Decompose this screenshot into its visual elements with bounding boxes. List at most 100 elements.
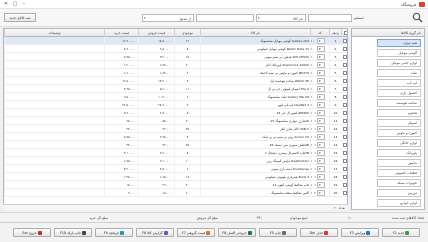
row-checkbox[interactable]: [343, 183, 347, 187]
action-button[interactable]: F5 چاپ: [259, 228, 297, 237]
row-checkbox[interactable]: [343, 135, 347, 139]
row-checkbox[interactable]: [343, 47, 347, 51]
row-stepper[interactable]: ▾: [317, 86, 325, 92]
table-row[interactable]: 3 ▾۱۰۰۳هدفون بی سیم سونی WH-CH520۱۵۳,۲۰۰,…: [4, 53, 347, 61]
row-stepper[interactable]: ▾: [317, 174, 325, 180]
table-row[interactable]: 4 ▾۱۰۰۴پاوربانک انکر PowerCore 10000۲۰۱,۴…: [4, 61, 347, 69]
row-stepper[interactable]: ▾: [317, 54, 325, 60]
table-row[interactable]: 6 ▾۱۰۰۶ساعت هوشمند اپل Watch SE۴۱۴,۲۰۰,۰۰…: [4, 77, 347, 85]
row-stepper[interactable]: ▾: [317, 166, 325, 172]
action-button[interactable]: Esc خروج: [13, 228, 51, 237]
row-stepper[interactable]: ▾: [317, 126, 325, 132]
category-item[interactable]: لوازم خانگی: [377, 139, 421, 147]
category-item[interactable]: اسپیکر: [377, 119, 421, 127]
table-row[interactable]: 2▾۱۰۰۲گوشی موبایل شیائومی Redmi Note 12۸…: [4, 45, 347, 53]
filter-field-select[interactable]: نام کالا ▾: [256, 14, 306, 22]
action-button[interactable]: F10 چاپ بارکد: [54, 228, 92, 237]
row-checkbox[interactable]: [343, 95, 347, 99]
category-item[interactable]: تبلت: [377, 69, 421, 77]
category-item[interactable]: تجهیزات شبکه: [377, 179, 421, 187]
action-button[interactable]: Del حذف: [300, 228, 338, 237]
register-new-button[interactable]: ثبت کالای جدید: [4, 13, 36, 22]
row-stepper[interactable]: ▾: [317, 182, 325, 188]
category-item[interactable]: کیبورد و ماوس: [377, 129, 421, 137]
row-checkbox[interactable]: [343, 159, 347, 163]
row-stepper[interactable]: ▾: [317, 142, 325, 148]
row-checkbox[interactable]: [343, 119, 347, 123]
category-item[interactable]: کنسول بازی: [377, 89, 421, 97]
table-row[interactable]: 13 ▾۱۰۱۳روتر بی سیم تی پی لینک Archer C6۷…: [4, 133, 347, 141]
table-row[interactable]: 5 ▾۱۰۰۵کیبورد و ماوس بی سیم لاجیتک MK270۹…: [4, 69, 347, 77]
products-grid[interactable]: ردیف کد نام کالا موجودی قیمت فروش قیمت خ…: [3, 28, 348, 210]
table-row[interactable]: 1 ▾۱۰۰۱گوشی موبایل سامسونگ Galaxy A54۱۲۱۸…: [4, 37, 347, 45]
table-row[interactable]: 9 ▾۱۰۰۹لپ تاپ لنوو IdeaPad 3۳۲۸,۹۰۰,۰۰۰۲۶…: [4, 101, 347, 109]
table-row[interactable]: 8 ▾۱۰۰۸تبلت سامسونگ Galaxy Tab A8۶۱۰,۴۰۰,…: [4, 93, 347, 101]
action-button[interactable]: F3 ویرایش: [341, 228, 379, 237]
table-row[interactable]: 7 ▾۱۰۰۷اسپیکر بلوتوثی جی بی ال Flip 6۱۱۵,…: [4, 85, 347, 93]
row-checkbox[interactable]: [343, 55, 347, 59]
table-row[interactable]: 15▾۱۰۱۵هارد اکسترنال وسترن دیجیتال 1TB۸۳…: [4, 149, 347, 157]
category-item[interactable]: ساعت هوشمند: [377, 99, 421, 107]
column-header-stock[interactable]: موجودی: [174, 29, 200, 37]
column-header-name[interactable]: نام کالا: [200, 29, 310, 37]
category-item[interactable]: لپ تاپ: [377, 79, 421, 87]
action-button[interactable]: F8 گزارش کالا: [136, 228, 174, 237]
table-row[interactable]: 17 ▾۱۰۱۷دسته بازی سونی DualSense۶۴,۸۰۰,۰۰…: [4, 165, 347, 173]
row-checkbox[interactable]: [343, 191, 347, 195]
column-header-code[interactable]: کد: [310, 29, 329, 37]
category-item[interactable]: قطعات کامپیوتر: [377, 169, 421, 177]
category-item[interactable]: پاوربانک: [377, 149, 421, 157]
row-stepper[interactable]: ▾: [317, 150, 325, 156]
row-checkbox[interactable]: [343, 63, 347, 67]
table-row[interactable]: 20 ▾۱۰۲۰گلس محافظ صفحه سامسونگ۶۰۱۵۰,۰۰۰۹۰…: [4, 189, 347, 197]
category-item[interactable]: همه موارد: [377, 39, 421, 47]
row-checkbox[interactable]: [343, 71, 347, 75]
close-icon[interactable]: ✕: [2, 1, 10, 8]
column-header-price[interactable]: قیمت فروش: [138, 29, 174, 37]
row-stepper[interactable]: ▾: [317, 46, 325, 52]
category-item[interactable]: لوازم جانبی موبایل: [377, 59, 421, 67]
row-stepper[interactable]: ▾: [317, 110, 325, 116]
category-item[interactable]: هدفون: [377, 109, 421, 117]
table-row[interactable]: 19 ▾۱۰۱۹قاب محافظ گوشی آیفون 14۴۰۲۹۰,۰۰۰۱…: [4, 181, 347, 189]
search-icon[interactable]: [412, 12, 423, 23]
row-stepper[interactable]: ▾: [317, 94, 325, 100]
barcode-field[interactable]: [196, 14, 254, 22]
row-checkbox[interactable]: [343, 175, 347, 179]
action-button[interactable]: F7 قیمت گروهی: [177, 228, 215, 237]
row-checkbox[interactable]: [343, 79, 347, 83]
category-item[interactable]: مانیتور: [377, 159, 421, 167]
row-stepper[interactable]: ▾: [317, 78, 325, 84]
category-item[interactable]: دوربین: [377, 189, 421, 197]
row-checkbox[interactable]: [343, 39, 347, 43]
table-row[interactable]: 12 ▾۱۰۱۲کابل شارژ انکر USB-C۴۵۳۲۰,۰۰۰۲۴۰,…: [4, 125, 347, 133]
column-header-note[interactable]: توضیحات: [4, 29, 104, 37]
row-checkbox[interactable]: [343, 167, 347, 171]
table-row[interactable]: 11 ▾۱۰۱۱شارژر دیواری سامسونگ 25W۳۰۸۵۰,۰۰۰…: [4, 117, 347, 125]
action-button[interactable]: F2 جدید: [382, 228, 420, 237]
column-header-select[interactable]: [341, 29, 347, 37]
row-stepper[interactable]: ▾: [317, 190, 325, 196]
row-stepper[interactable]: ▾: [317, 70, 325, 76]
row-checkbox[interactable]: [343, 111, 347, 115]
row-stepper[interactable]: ▾: [317, 62, 325, 68]
row-checkbox[interactable]: [343, 103, 347, 107]
row-stepper[interactable]: ▾: [317, 102, 325, 108]
row-stepper[interactable]: ▾: [317, 158, 325, 164]
filter-mode-select[interactable]: از محتوا ▾: [142, 14, 194, 22]
column-header-cost[interactable]: قیمت خرید: [104, 29, 138, 37]
table-row[interactable]: 14 ▾۱۰۱۴فلش مموری سن دیسک 64GB۲۵۴۲۰,۰۰۰۳۴…: [4, 141, 347, 149]
category-item[interactable]: لوازم خودرو: [377, 199, 421, 207]
action-button[interactable]: F9 تاریخچه: [95, 228, 133, 237]
row-stepper[interactable]: ▾: [317, 38, 325, 44]
row-checkbox[interactable]: [343, 151, 347, 155]
maximize-icon[interactable]: □: [11, 1, 19, 8]
row-stepper[interactable]: ▾: [317, 118, 325, 124]
table-row[interactable]: 16 ▾۱۰۱۶ماوس گیمینگ ریزر DeathAdder۱۰۲,۱۰…: [4, 157, 347, 165]
row-stepper[interactable]: ▾: [317, 134, 325, 140]
row-checkbox[interactable]: [343, 87, 347, 91]
category-item[interactable]: گوشی موبایل: [377, 49, 421, 57]
table-row[interactable]: 10 ▾۱۰۱۰مانیتور ال جی 24MP400۵۶,۷۰۰,۰۰۰۵,…: [4, 109, 347, 117]
row-checkbox[interactable]: [343, 143, 347, 147]
minimize-icon[interactable]: –: [20, 1, 28, 8]
